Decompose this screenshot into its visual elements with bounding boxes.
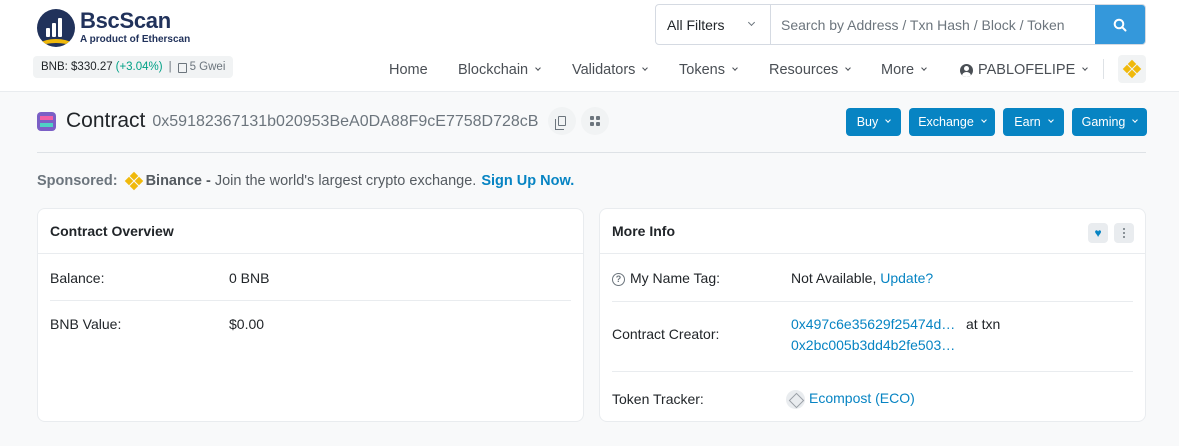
gaming-button[interactable]: Gaming <box>1072 108 1147 136</box>
more-info-title: More Info <box>600 209 1145 254</box>
nav-home[interactable]: Home <box>389 60 428 80</box>
bnb-logo-icon <box>1122 59 1142 79</box>
chevron-down-icon <box>642 65 649 71</box>
section-divider <box>37 152 1146 153</box>
copy-address-button[interactable] <box>548 107 577 135</box>
network-switch-button[interactable] <box>1118 55 1146 83</box>
chevron-down-icon <box>1132 117 1139 123</box>
page-title: Contract <box>66 109 146 132</box>
nav-home-label: Home <box>389 62 428 78</box>
nav-blockchain[interactable]: Blockchain <box>458 60 541 80</box>
balance-label: Balance: <box>50 270 105 286</box>
sponsored-label: Sponsored: <box>37 173 118 189</box>
chevron-down-icon <box>535 65 541 71</box>
chevron-down-icon <box>747 18 756 27</box>
sponsor-signup-link[interactable]: Sign Up Now. <box>481 173 574 189</box>
token-logo-icon <box>786 390 805 409</box>
chevron-down-icon <box>921 65 927 71</box>
qr-code-button[interactable] <box>581 107 610 135</box>
chevron-down-icon <box>732 65 738 71</box>
chevron-down-icon <box>1047 117 1054 123</box>
name-tag-value-row: Not Available, Update? <box>791 270 933 286</box>
chevron-down-icon <box>885 117 892 123</box>
bnb-price-ticker: BNB: $330.27 (+3.04%) | 5 Gwei <box>33 56 234 78</box>
name-tag-label: My Name Tag: <box>630 270 720 286</box>
nav-user-label: PABLOFELIPE <box>978 62 1076 78</box>
heart-icon: ♥ <box>1094 226 1102 240</box>
more-info-card: More Info ♥ ? My Name Tag: Not Available,… <box>599 208 1146 422</box>
chevron-down-icon <box>1082 65 1089 71</box>
contract-overview-card: Contract Overview Balance: 0 BNB BNB Val… <box>37 208 584 422</box>
chevron-down-icon <box>980 117 987 123</box>
contract-address: 0x59182367131b020953BeA0DA88F9cE7758D728… <box>152 113 539 130</box>
site-header: BscScan A product of Etherscan BNB: $330… <box>0 0 1179 92</box>
buy-button[interactable]: Buy <box>846 108 901 136</box>
creator-at-txn-text: at txn <box>966 316 1001 332</box>
bnb-value-label: BNB Value: <box>50 316 122 332</box>
sponsor-brand: Binance - <box>145 173 211 189</box>
exchange-button[interactable]: Exchange <box>909 108 995 136</box>
help-icon[interactable]: ? <box>612 273 625 286</box>
contract-creator-label: Contract Creator: <box>612 326 720 342</box>
search-icon <box>1113 18 1127 31</box>
nav-user-menu[interactable]: PABLOFELIPE <box>960 60 1089 80</box>
contract-title-row: Contract 0x59182367131b020953BeA0DA88F9c… <box>37 107 610 135</box>
gaming-button-label: Gaming <box>1081 115 1126 129</box>
nav-more[interactable]: More <box>881 60 927 80</box>
contract-avatar-icon <box>37 111 56 131</box>
row-divider <box>612 371 1133 372</box>
token-tracker-row: Ecompost (ECO) <box>786 390 915 409</box>
update-name-tag-link[interactable]: Update? <box>880 270 933 286</box>
row-divider <box>612 301 1133 302</box>
search-filter-label: All Filters <box>667 16 725 33</box>
buy-button-label: Buy <box>856 115 879 129</box>
nav-more-label: More <box>881 62 915 78</box>
favorite-button[interactable]: ♥ <box>1088 223 1108 243</box>
more-options-button[interactable] <box>1114 223 1134 243</box>
nav-resources[interactable]: Resources <box>769 60 852 80</box>
nav-resources-label: Resources <box>769 62 839 78</box>
chevron-down-icon <box>845 65 852 71</box>
row-divider <box>50 300 571 301</box>
balance-value: 0 BNB <box>229 270 270 286</box>
bscscan-logo-icon <box>37 9 75 47</box>
search-bar: All Filters <box>655 4 1146 45</box>
ticker-separator: | <box>168 61 172 73</box>
nav-validators[interactable]: Validators <box>572 60 649 80</box>
gas-pump-icon <box>177 63 187 73</box>
name-tag-row-label: ? My Name Tag: <box>612 270 720 287</box>
token-tracker-label: Token Tracker: <box>612 391 704 407</box>
contract-overview-title: Contract Overview <box>38 209 583 254</box>
search-filter-select[interactable]: All Filters <box>656 5 771 44</box>
name-tag-value: Not Available, <box>791 270 877 286</box>
bnb-value: $0.00 <box>229 316 265 332</box>
copy-icon <box>555 116 567 130</box>
qr-code-icon <box>590 116 601 126</box>
earn-button[interactable]: Earn <box>1003 108 1064 136</box>
gas-price[interactable]: 5 Gwei <box>190 61 226 73</box>
nav-blockchain-label: Blockchain <box>458 62 529 78</box>
nav-tokens[interactable]: Tokens <box>679 60 738 80</box>
binance-logo-icon <box>124 171 143 191</box>
earn-button-label: Earn <box>1014 115 1041 129</box>
contract-creator-address-link[interactable]: 0x497c6e35629f25474d… <box>791 316 955 332</box>
token-tracker-link[interactable]: Ecompost (ECO) <box>809 390 915 406</box>
search-input[interactable] <box>771 5 1095 44</box>
bnb-price-change: (+3.04%) <box>115 61 163 73</box>
sponsored-banner: Sponsored: Binance - Join the world's la… <box>37 171 574 191</box>
sponsor-text: Join the world's largest crypto exchange… <box>214 173 477 189</box>
search-button[interactable] <box>1095 5 1145 44</box>
nav-validators-label: Validators <box>572 62 636 78</box>
nav-tokens-label: Tokens <box>679 62 725 78</box>
bscscan-logo[interactable]: BscScan A product of Etherscan <box>37 9 190 47</box>
more-vertical-icon <box>1123 228 1125 238</box>
bnb-price: BNB: $330.27 <box>41 61 113 73</box>
logo-title: BscScan <box>80 8 171 33</box>
exchange-button-label: Exchange <box>918 115 974 129</box>
logo-subtitle: A product of Etherscan <box>80 34 191 45</box>
user-icon <box>960 63 973 77</box>
creation-txn-link[interactable]: 0x2bc005b3dd4b2fe503… <box>791 337 955 353</box>
nav-divider <box>1103 59 1104 79</box>
